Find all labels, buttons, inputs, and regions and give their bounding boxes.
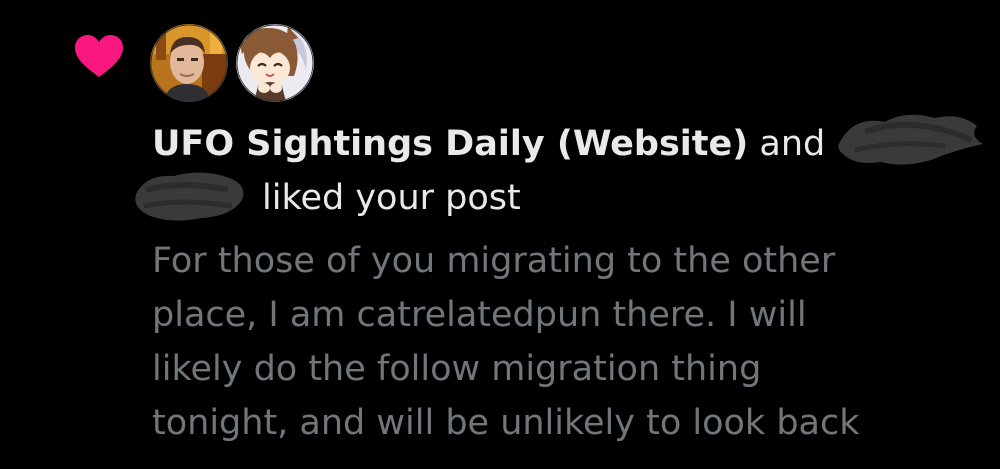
avatar-group — [150, 24, 314, 102]
conjunction-text: and — [748, 124, 826, 164]
headline-line-1: UFO Sightings Daily (Website) and — [152, 114, 984, 172]
post-preview-line: likely do the follow migration thing — [152, 349, 762, 389]
post-preview[interactable]: For those of you migrating to the other … — [152, 234, 982, 450]
post-preview-line: For those of you migrating to the other — [152, 241, 836, 281]
post-preview-line: tonight, and will be unlikely to look ba… — [152, 403, 860, 443]
post-preview-line: place, I am catrelatedpun there. I will — [152, 295, 807, 335]
heart-icon — [75, 35, 123, 77]
redacted-name-part-2 — [132, 172, 250, 226]
actor-name-link[interactable]: UFO Sightings Daily (Website) — [152, 124, 748, 164]
avatar-ufo-sightings-daily[interactable] — [150, 24, 228, 102]
notification-headline: UFO Sightings Daily (Website) and liked … — [135, 114, 984, 226]
avatar-anime-user[interactable] — [236, 24, 314, 102]
redacted-name-part-1 — [835, 114, 985, 172]
action-text: liked your post — [262, 178, 521, 218]
like-notification[interactable]: UFO Sightings Daily (Website) and liked … — [0, 0, 1000, 469]
headline-line-2: liked your post — [135, 172, 972, 226]
